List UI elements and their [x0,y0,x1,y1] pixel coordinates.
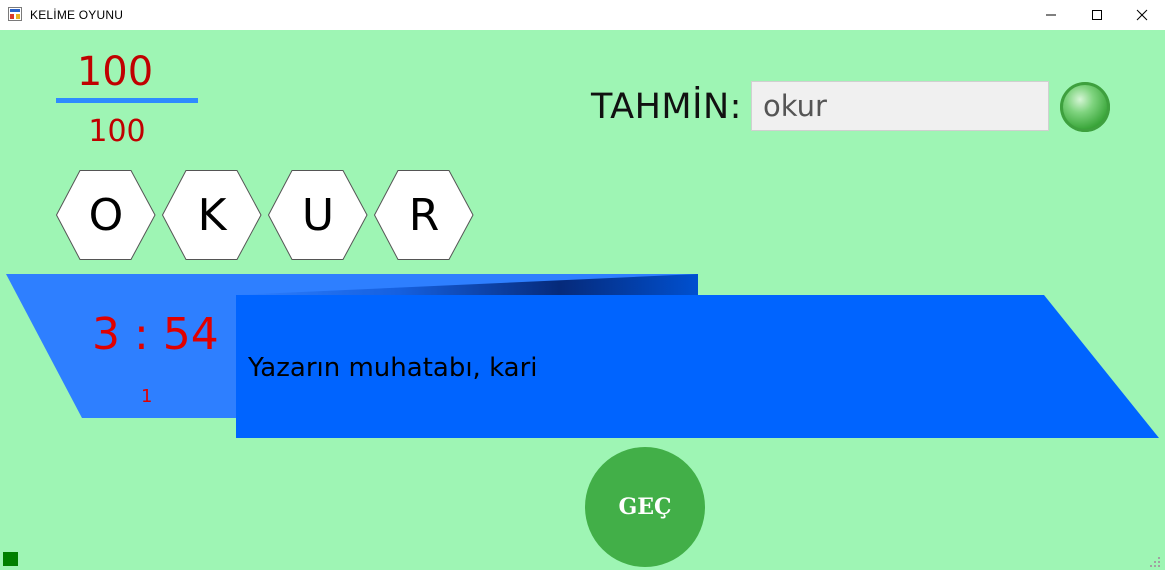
guess-label: TAHMİN: [591,87,742,127]
score-divider [56,98,198,103]
letter-tile: K [162,170,262,260]
close-button[interactable] [1119,0,1165,30]
tile-letter: K [197,189,227,241]
guess-input[interactable] [751,81,1049,131]
round-number: 1 [141,386,153,407]
tile-letter: U [301,189,335,241]
pass-button[interactable]: GEÇ [585,447,705,567]
tile-letter: O [88,189,124,241]
close-icon [1136,9,1148,21]
letter-tile: O [56,170,156,260]
window-title: KELİME OYUNU [30,8,124,22]
status-indicator [3,552,18,566]
title-bar: KELİME OYUNU [0,0,1165,30]
app-icon [8,7,22,21]
minimize-icon [1046,14,1056,16]
minimize-button[interactable] [1028,0,1074,30]
timer-display: 3 : 54 [92,309,219,360]
pass-button-label: GEÇ [618,494,672,520]
tile-letter: R [408,189,440,241]
letter-tile: R [374,170,474,260]
letter-tile: U [268,170,368,260]
green-round-button-icon[interactable] [1060,82,1110,132]
maximize-icon [1092,10,1102,20]
score-total: 100 [88,114,146,149]
score-current: 100 [76,49,154,95]
maximize-button[interactable] [1074,0,1120,30]
clue-text: Yazarın muhatabı, kari [248,353,538,383]
resize-grip-icon[interactable] [1149,556,1161,568]
